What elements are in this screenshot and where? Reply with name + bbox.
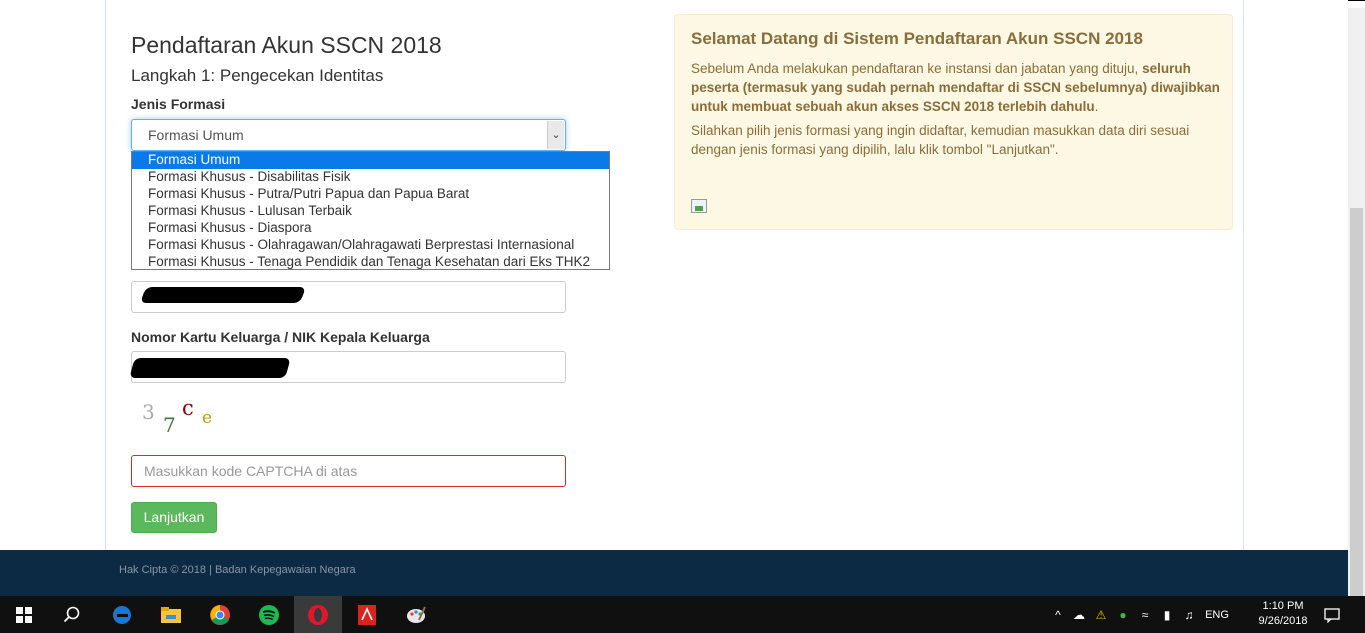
volume-icon[interactable]: ♫: [1178, 608, 1200, 622]
redaction-mark: [129, 358, 291, 378]
scrollbar-thumb[interactable]: [1350, 208, 1363, 596]
panel-title: Selamat Datang di Sistem Pendaftaran Aku…: [691, 29, 1143, 48]
paint-icon[interactable]: [392, 596, 440, 633]
jenis-formasi-label: Jenis Formasi: [131, 96, 226, 112]
footer-copyright: Hak Cipta © 2018 | Badan Kepegawaian Neg…: [119, 564, 356, 576]
redaction-mark: [140, 287, 306, 303]
lanjutkan-button[interactable]: Lanjutkan: [131, 502, 217, 533]
page-title: Pendaftaran Akun SSCN 2018: [131, 32, 442, 58]
clock-date: 9/26/2018: [1258, 615, 1308, 627]
captcha-char: e: [202, 408, 213, 428]
panel-paragraph: Sebelum Anda melakukan pendaftaran ke in…: [691, 61, 1220, 114]
chevron-up-icon[interactable]: ^: [1048, 608, 1068, 622]
formasi-option[interactable]: Formasi Umum: [132, 152, 609, 169]
formasi-option[interactable]: Formasi Khusus - Lulusan Terbaik: [132, 203, 609, 220]
battery-icon[interactable]: ▮: [1156, 608, 1178, 622]
spotify-icon[interactable]: [245, 596, 293, 633]
file-explorer-icon[interactable]: [147, 596, 195, 633]
system-tray: ^ ☁ ⚠ ● ≈ ▮ ♫ ENG: [1048, 596, 1234, 633]
scrollbar-top: [1348, 0, 1365, 8]
welcome-panel: Selamat Datang di Sistem Pendaftaran Aku…: [674, 14, 1233, 230]
step-subtitle: Langkah 1: Pengecekan Identitas: [131, 66, 384, 85]
formasi-option[interactable]: Formasi Khusus - Disabilitas Fisik: [132, 169, 609, 186]
captcha-char: 3: [142, 400, 155, 424]
notification-icon[interactable]: [1320, 596, 1344, 633]
captcha-input[interactable]: Masukkan kode CAPTCHA di atas: [131, 455, 566, 487]
broken-image-icon: [691, 199, 707, 213]
cloud-upload-icon[interactable]: ☁: [1068, 608, 1090, 622]
formasi-option[interactable]: Formasi Khusus - Olahragawan/Olahragawat…: [132, 237, 609, 254]
captcha-image: 3 7 c e: [138, 396, 228, 438]
formasi-dropdown-list[interactable]: Formasi Umum Formasi Khusus - Disabilita…: [131, 151, 610, 270]
opera-icon[interactable]: [294, 596, 342, 633]
page-scrollbar[interactable]: [1348, 0, 1365, 596]
container-border: [105, 0, 106, 550]
select-value: Formasi Umum: [148, 127, 244, 143]
search-icon[interactable]: [48, 596, 96, 633]
chrome-icon[interactable]: [196, 596, 244, 633]
page: Pendaftaran Akun SSCN 2018 Langkah 1: Pe…: [0, 0, 1365, 596]
formasi-option[interactable]: Formasi Khusus - Diaspora: [132, 220, 609, 237]
formasi-option[interactable]: Formasi Khusus - Putra/Putri Papua dan P…: [132, 186, 609, 203]
security-shield-icon[interactable]: ●: [1112, 608, 1134, 622]
kk-label: Nomor Kartu Keluarga / NIK Kepala Keluar…: [131, 329, 430, 345]
captcha-placeholder: Masukkan kode CAPTCHA di atas: [144, 463, 358, 479]
wifi-icon[interactable]: ≈: [1134, 608, 1156, 622]
windows-start-icon[interactable]: [0, 596, 48, 633]
edge-browser-icon[interactable]: [98, 596, 146, 633]
container-border: [1243, 0, 1244, 550]
captcha-char: 7: [163, 413, 176, 437]
captcha-char: c: [182, 396, 194, 420]
warning-icon[interactable]: ⚠: [1090, 608, 1112, 622]
taskbar-clock[interactable]: 1:10 PM 9/26/2018: [1252, 599, 1314, 629]
language-indicator[interactable]: ENG: [1200, 609, 1234, 621]
jenis-formasi-select[interactable]: Formasi Umum ⌄: [131, 119, 566, 151]
taskbar: ^ ☁ ⚠ ● ≈ ▮ ♫ ENG 1:10 PM 9/26/2018: [0, 596, 1365, 633]
clock-time: 1:10 PM: [1262, 600, 1304, 612]
formasi-option[interactable]: Formasi Khusus - Tenaga Pendidik dan Ten…: [132, 254, 609, 271]
panel-paragraph: Silahkan pilih jenis formasi yang ingin …: [691, 123, 1190, 157]
acrobat-pdf-icon[interactable]: [343, 596, 391, 633]
chevron-down-icon[interactable]: ⌄: [547, 121, 564, 149]
